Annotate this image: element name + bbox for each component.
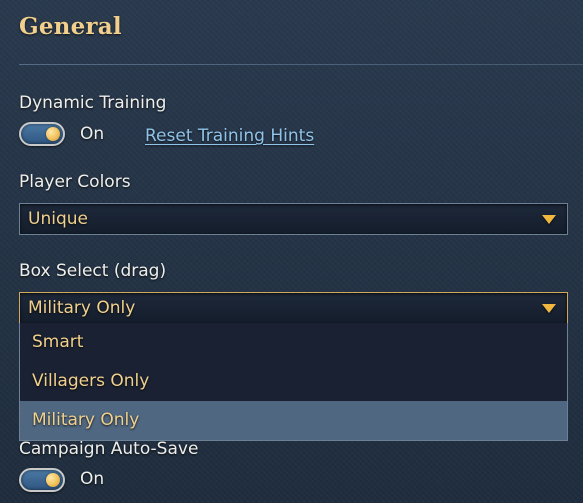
player-colors-value: Unique xyxy=(28,209,88,229)
chevron-down-icon xyxy=(542,215,556,224)
player-colors-dropdown[interactable]: Unique xyxy=(19,203,568,235)
box-select-value: Military Only xyxy=(28,298,136,318)
player-colors-label: Player Colors xyxy=(19,172,131,192)
toggle-knob-icon xyxy=(46,473,60,487)
dynamic-training-toggle[interactable] xyxy=(19,122,65,146)
campaign-autosave-label: Campaign Auto-Save xyxy=(19,439,199,459)
box-select-option-smart[interactable]: Smart xyxy=(20,323,567,362)
section-divider xyxy=(19,64,583,65)
box-select-label: Box Select (drag) xyxy=(19,261,167,281)
campaign-autosave-toggle[interactable] xyxy=(19,468,65,492)
section-title: General xyxy=(19,13,122,40)
box-select-options-list: Smart Villagers Only Military Only xyxy=(19,323,568,441)
dynamic-training-toggle-state: On xyxy=(80,124,105,144)
box-select-dropdown[interactable]: Military Only xyxy=(19,292,568,324)
dynamic-training-label: Dynamic Training xyxy=(19,93,167,113)
box-select-option-villagers-only[interactable]: Villagers Only xyxy=(20,362,567,401)
campaign-autosave-toggle-state: On xyxy=(80,469,105,489)
toggle-knob-icon xyxy=(46,127,60,141)
chevron-down-icon xyxy=(542,304,556,313)
reset-training-hints-link[interactable]: Reset Training Hints xyxy=(145,126,314,146)
box-select-option-military-only[interactable]: Military Only xyxy=(20,401,567,440)
